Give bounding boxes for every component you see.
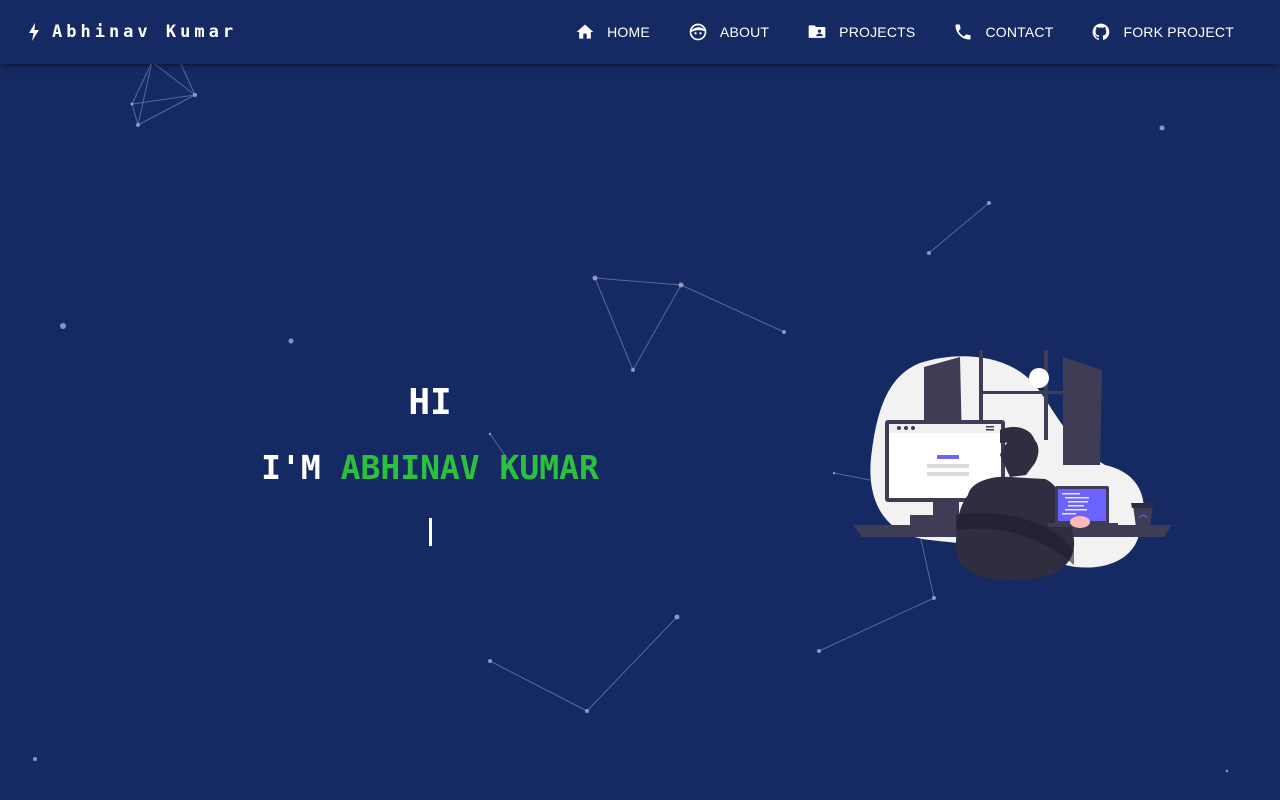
nav-home-label: HOME bbox=[607, 24, 650, 40]
brand-name: Abhinav Kumar bbox=[52, 22, 238, 42]
phone-icon bbox=[953, 22, 973, 42]
hero-intro-prefix: I'M bbox=[261, 448, 321, 487]
hero-section: HI I'M ABHINAV KUMAR bbox=[200, 380, 660, 546]
nav-contact[interactable]: CONTACT bbox=[953, 22, 1053, 42]
github-icon bbox=[1091, 22, 1111, 42]
face-icon bbox=[688, 22, 708, 42]
nav-about-label: ABOUT bbox=[719, 24, 770, 40]
typing-cursor bbox=[428, 518, 432, 546]
nav-projects-label: PROJECTS bbox=[839, 24, 916, 40]
bolt-icon bbox=[29, 23, 39, 41]
hero-name: ABHINAV KUMAR bbox=[340, 448, 599, 487]
nav-links: HOME ABOUT PROJECTS CONTACT FORK PROJECT bbox=[537, 0, 1234, 64]
nav-fork-project-label: FORK PROJECT bbox=[1123, 24, 1234, 40]
brand-logo[interactable]: Abhinav Kumar bbox=[28, 0, 237, 64]
nav-about[interactable]: ABOUT bbox=[688, 22, 769, 42]
nav-home[interactable]: HOME bbox=[575, 22, 650, 42]
folder-account-icon bbox=[807, 22, 827, 42]
navbar: Abhinav Kumar HOME ABOUT PROJECTS CONTAC… bbox=[0, 0, 1280, 64]
nav-fork-project[interactable]: FORK PROJECT bbox=[1091, 22, 1234, 42]
home-icon bbox=[575, 22, 595, 42]
nav-projects[interactable]: PROJECTS bbox=[807, 22, 915, 42]
hero-greeting: HI bbox=[408, 382, 452, 423]
developer-illustration bbox=[853, 350, 1172, 580]
hero-intro: I'M ABHINAV KUMAR bbox=[200, 448, 660, 488]
nav-contact-label: CONTACT bbox=[985, 24, 1054, 40]
